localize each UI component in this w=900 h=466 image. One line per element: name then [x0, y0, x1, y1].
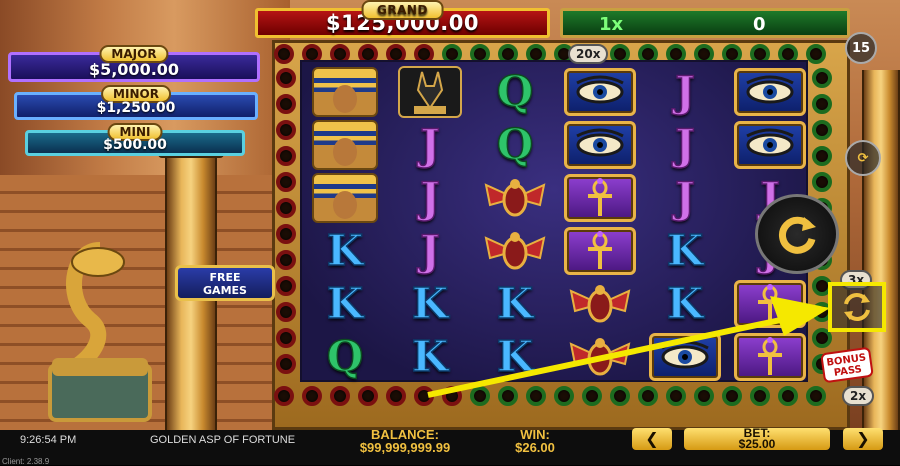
clock: 9:26:54 PM [20, 434, 77, 446]
win: WIN: $26.00 [505, 428, 565, 454]
win-value: $26.00 [515, 440, 555, 455]
highlight-arrow-icon [427, 296, 830, 398]
bet-increase-button[interactable]: ❯ [843, 428, 883, 450]
game-title: GOLDEN ASP OF FORTUNE [150, 434, 296, 446]
balance: BALANCE: $99,999,999.99 [340, 428, 470, 454]
game-stage: MAJOR $5,000.00 MINOR $1,250.00 MINI $50… [0, 0, 900, 430]
balance-value: $99,999,999.99 [359, 440, 451, 455]
bet-value: $25.00 [738, 437, 776, 451]
bet-decrease-button[interactable]: ❮ [632, 428, 672, 450]
bet-display: BET: $25.00 [684, 427, 830, 451]
